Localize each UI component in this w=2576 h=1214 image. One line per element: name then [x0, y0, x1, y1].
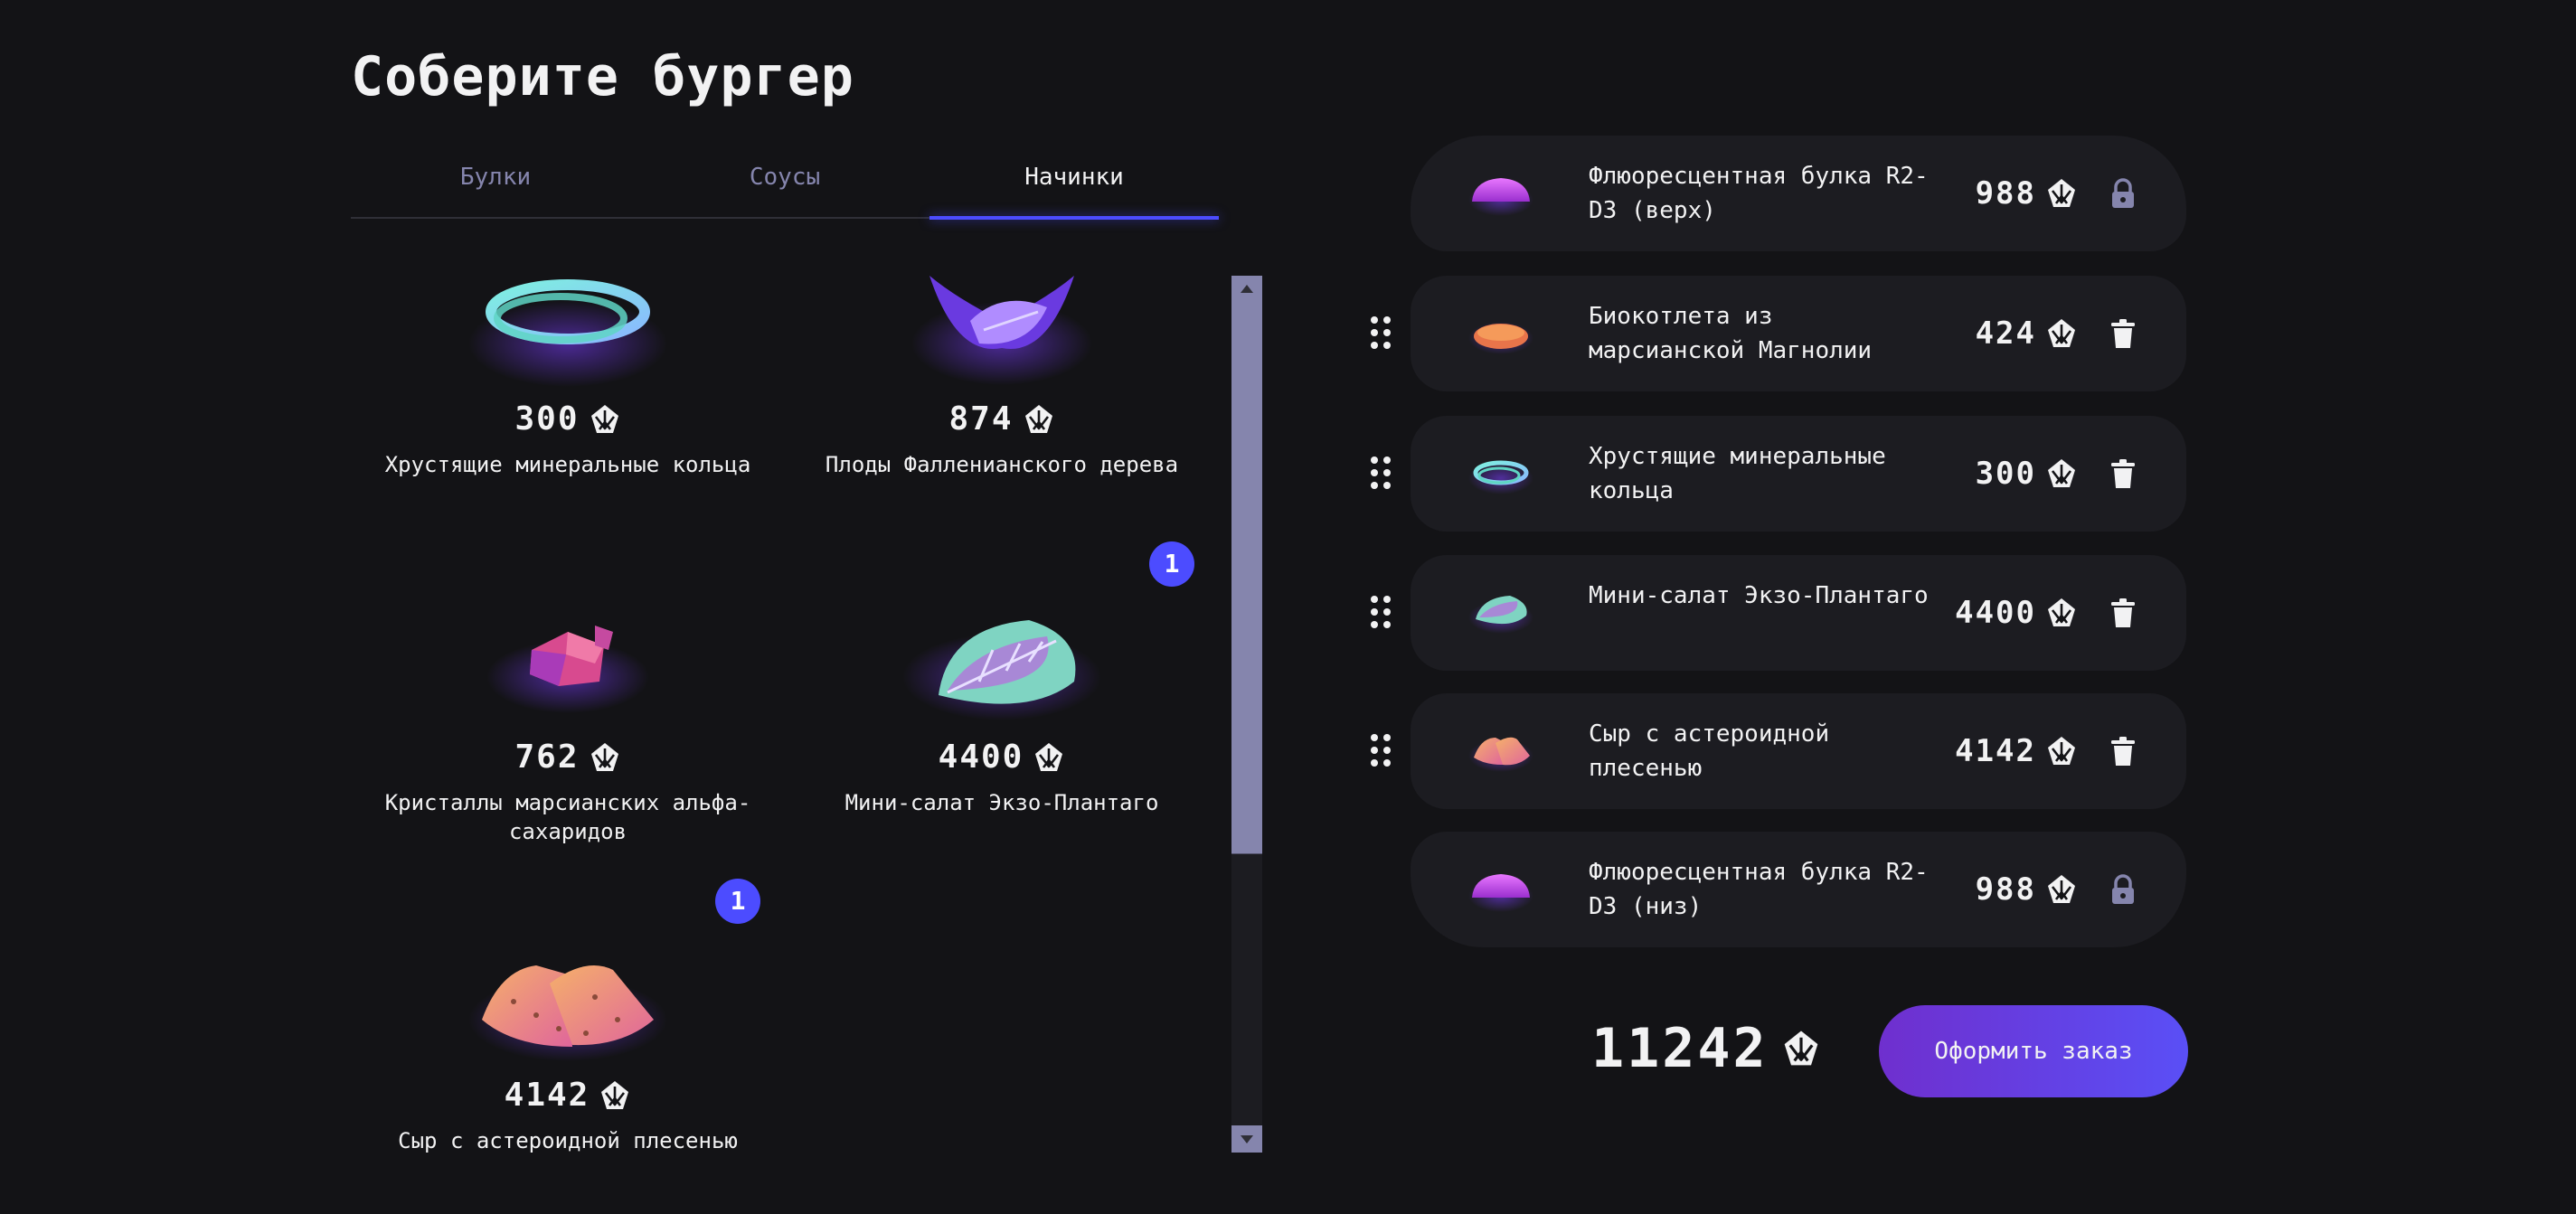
constructor-row: Флюоресцентная булка R2-D3 (верх) 988 [1356, 136, 2188, 253]
scroll-thumb[interactable] [1231, 303, 1262, 1125]
ingredient-price: 300 [351, 400, 785, 438]
constructor-element: Биокотлета из марсианской Магнолии 424 [1411, 276, 2186, 391]
ingredients-list: 300 Хрустящие минеральные кольца 874 Пло… [351, 271, 1219, 1153]
currency-icon [589, 404, 621, 435]
ingredient-name: Плоды Фалленианского дерева [825, 452, 1179, 477]
constructor-element: Сыр с астероидной плесенью 4142 [1411, 693, 2186, 809]
constructor-row: Мини-салат Экзо-Плантаго 4400 [1356, 555, 2188, 673]
currency-icon [2045, 178, 2078, 209]
page-title: Соберите бургер [351, 45, 854, 108]
ingredient-price: 874 [785, 400, 1219, 438]
salad-leaf-icon [902, 620, 1101, 720]
ingredient-price: 4142 [351, 1077, 785, 1114]
constructor-item-price: 988 [1976, 175, 2078, 212]
currency-icon [1023, 404, 1055, 435]
currency-icon [2045, 874, 2078, 905]
total-price: 11242 [1591, 1017, 1769, 1080]
constructor-row: Сыр с астероидной плесенью 4142 [1356, 693, 2188, 811]
scroll-down-arrow[interactable] [1231, 1125, 1262, 1153]
ingredient-card[interactable]: 762 Кристаллы марсианских альфа-сахаридо… [351, 609, 785, 917]
drag-handle-icon[interactable] [1369, 316, 1394, 351]
fallenian-fruit-icon [911, 276, 1092, 385]
ingredient-card[interactable]: 874 Плоды Фалленианского дерева [785, 271, 1219, 579]
delete-icon[interactable] [2107, 735, 2139, 767]
cheese-icon [1468, 737, 1533, 772]
ingredients-scrollbar[interactable] [1231, 276, 1262, 1153]
drag-handle-icon[interactable] [1369, 734, 1394, 768]
lock-icon [2112, 874, 2134, 904]
cutlet-icon [1468, 322, 1533, 354]
constructor-item-price: 4142 [1955, 733, 2078, 769]
constructor-element-bottom-bun: Флюоресцентная булка R2-D3 (низ) 988 [1411, 832, 2186, 947]
currency-icon [2045, 736, 2078, 767]
tab-fillings[interactable]: Начинки [929, 152, 1219, 220]
delete-icon[interactable] [2107, 317, 2139, 350]
ingredient-name: Хрустящие минеральные кольца [384, 452, 751, 477]
ingredient-card[interactable]: 1 4142 Сыр с астероидной плесенью [351, 879, 785, 1153]
tab-sauces[interactable]: Соусы [640, 152, 929, 217]
delete-icon[interactable] [2107, 457, 2139, 490]
crystals-icon [486, 626, 649, 713]
tab-buns[interactable]: Булки [351, 152, 640, 217]
lock-icon [2112, 178, 2134, 208]
currency-icon [599, 1080, 631, 1111]
ingredient-name: Сыр с астероидной плесенью [398, 1128, 738, 1153]
drag-handle-icon[interactable] [1369, 456, 1394, 491]
constructor-item-name: Сыр с астероидной плесенью [1589, 720, 1830, 782]
constructor-row: Флюоресцентная булка R2-D3 (низ) 988 [1356, 832, 2188, 949]
bun-icon [1468, 178, 1533, 216]
currency-icon [1033, 742, 1065, 773]
ingredient-tabs: Булки Соусы Начинки [351, 152, 1219, 220]
delete-icon[interactable] [2107, 597, 2139, 629]
constructor-item-price: 988 [1976, 871, 2078, 908]
constructor-item-name: Хрустящие минеральные кольца [1589, 443, 1886, 504]
constructor-row: Биокотлета из марсианской Магнолии 424 [1356, 276, 2188, 393]
currency-icon [2045, 598, 2078, 628]
constructor-element: Мини-салат Экзо-Плантаго 4400 [1411, 555, 2186, 671]
constructor-item-price: 424 [1976, 315, 2078, 352]
count-badge: 1 [1149, 541, 1194, 587]
mineral-rings-icon [1468, 460, 1533, 494]
constructor-item-name: Мини-салат Экзо-Плантаго [1589, 582, 1929, 609]
ingredient-price: 4400 [785, 739, 1219, 776]
constructor-item-price: 4400 [1955, 595, 2078, 631]
mineral-rings-icon [468, 279, 667, 387]
count-badge: 1 [715, 879, 760, 924]
currency-icon [1781, 1030, 1821, 1068]
ingredient-card[interactable]: 1 4400 Мини-салат Экзо-Плантаго [785, 541, 1219, 917]
currency-icon [589, 742, 621, 773]
constructor-element: Хрустящие минеральные кольца 300 [1411, 416, 2186, 532]
constructor-item-price: 300 [1976, 456, 2078, 492]
currency-icon [2045, 458, 2078, 489]
constructor-row: Хрустящие минеральные кольца 300 [1356, 416, 2188, 533]
place-order-button[interactable]: Оформить заказ [1879, 1005, 2188, 1097]
ingredient-name: Мини-салат Экзо-Плантаго [845, 790, 1159, 815]
currency-icon [2045, 318, 2078, 349]
cheese-icon [468, 965, 667, 1061]
constructor-item-name: Биокотлета из марсианской Магнолии [1589, 303, 1873, 364]
ingredient-name: Кристаллы марсианских альфа-сахаридов [384, 790, 751, 844]
constructor-element-top-bun: Флюоресцентная булка R2-D3 (верх) 988 [1411, 136, 2186, 251]
ingredient-card[interactable]: 300 Хрустящие минеральные кольца [351, 271, 785, 579]
order-total: 11242 [1591, 1017, 1821, 1080]
constructor-item-name: Флюоресцентная булка R2-D3 (верх) [1589, 163, 1929, 224]
salad-leaf-icon [1468, 596, 1533, 634]
bun-icon [1468, 874, 1533, 912]
ingredient-price: 762 [351, 739, 785, 776]
scroll-up-arrow[interactable] [1231, 276, 1262, 303]
constructor-item-name: Флюоресцентная булка R2-D3 (низ) [1589, 859, 1929, 920]
drag-handle-icon[interactable] [1369, 596, 1394, 630]
